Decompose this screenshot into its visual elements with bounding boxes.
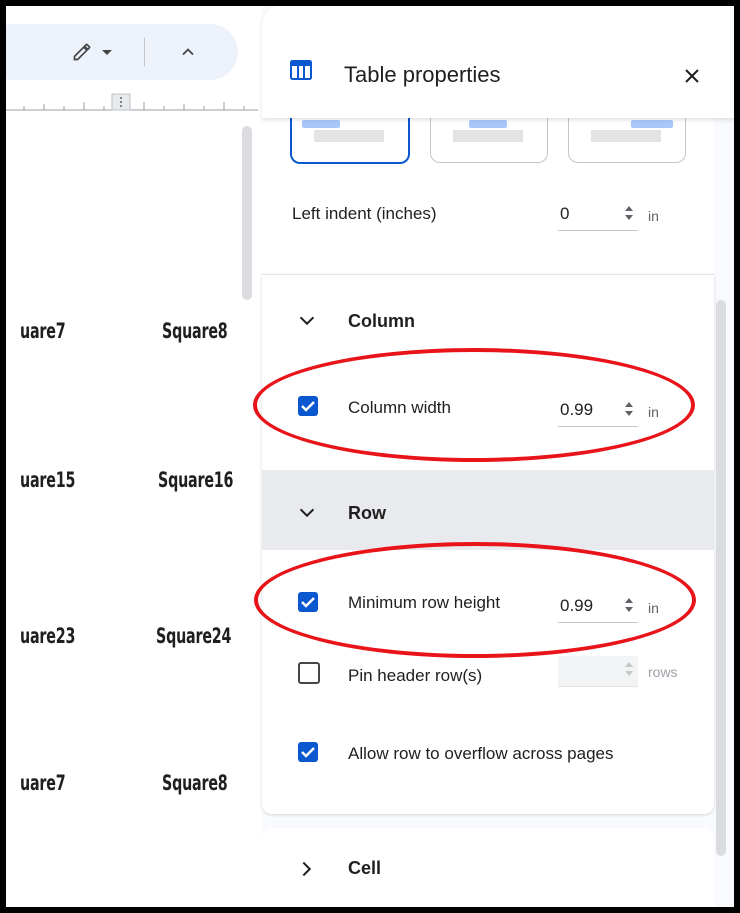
cell-card: Cell bbox=[262, 828, 714, 907]
close-icon[interactable] bbox=[682, 66, 702, 86]
table-cell[interactable]: Square16 bbox=[158, 468, 233, 492]
ruler[interactable] bbox=[6, 92, 258, 118]
pin-header-rows-input[interactable] bbox=[558, 656, 638, 687]
pin-header-rows-label: Pin header row(s) bbox=[348, 666, 483, 685]
allow-overflow-checkbox[interactable] bbox=[298, 742, 318, 762]
left-indent-input[interactable]: 0 bbox=[558, 200, 638, 231]
document-scrollbar[interactable] bbox=[242, 126, 252, 300]
table-icon bbox=[290, 60, 312, 80]
column-width-label: Column width bbox=[348, 398, 451, 417]
spinner-icon[interactable] bbox=[624, 660, 634, 678]
table-cell[interactable]: uare15 bbox=[20, 468, 75, 492]
pin-header-rows-checkbox[interactable] bbox=[298, 662, 320, 684]
table-cell[interactable]: Square8 bbox=[162, 319, 228, 343]
table-cell[interactable]: Square8 bbox=[162, 771, 228, 795]
checkbox-icon bbox=[301, 401, 315, 412]
alignment-card: Left indent (inches) 0 in bbox=[262, 116, 714, 286]
checkbox-icon bbox=[301, 747, 315, 758]
column-width-unit: in bbox=[648, 404, 659, 420]
pin-header-rows-unit: rows bbox=[648, 664, 678, 680]
panel-scrollbar[interactable] bbox=[716, 300, 726, 856]
table-cell[interactable]: uare7 bbox=[20, 319, 66, 343]
min-row-height-checkbox[interactable] bbox=[298, 592, 318, 612]
checkbox-icon bbox=[301, 597, 315, 608]
table-cell[interactable]: uare7 bbox=[20, 771, 66, 795]
column-row-card: Column Column width 0.99 in Row Minimum … bbox=[262, 274, 714, 814]
table-cell[interactable]: uare23 bbox=[20, 624, 75, 648]
screenshot-frame: uare7 Square8 uare15 Square16 uare23 Squ… bbox=[6, 6, 734, 907]
pencil-icon[interactable] bbox=[72, 42, 92, 62]
chevron-right-icon[interactable] bbox=[296, 858, 318, 880]
left-indent-label: Left indent (inches) bbox=[292, 204, 437, 223]
chevron-down-icon[interactable] bbox=[296, 502, 318, 524]
min-row-height-unit: in bbox=[648, 600, 659, 616]
chevron-up-icon[interactable] bbox=[178, 42, 198, 62]
panel-title: Table properties bbox=[344, 62, 501, 87]
align-left-option[interactable] bbox=[290, 116, 410, 164]
row-section-header[interactable]: Row bbox=[262, 470, 714, 550]
docs-toolbar bbox=[6, 24, 238, 80]
column-width-checkbox[interactable] bbox=[298, 396, 318, 416]
toolbar-divider bbox=[144, 38, 145, 66]
cell-section-header[interactable]: Cell bbox=[262, 828, 714, 907]
chevron-down-icon[interactable] bbox=[102, 50, 112, 55]
spinner-icon[interactable] bbox=[624, 400, 634, 418]
align-right-option[interactable] bbox=[568, 116, 686, 163]
column-section-header[interactable]: Column bbox=[262, 274, 714, 354]
chevron-down-icon[interactable] bbox=[296, 310, 318, 332]
spinner-icon[interactable] bbox=[624, 596, 634, 614]
min-row-height-input[interactable]: 0.99 bbox=[558, 592, 638, 623]
align-center-option[interactable] bbox=[430, 116, 548, 163]
panel-header: Table properties bbox=[262, 6, 734, 118]
table-properties-panel: Left indent (inches) 0 in Column Column … bbox=[262, 6, 734, 907]
min-row-height-label: Minimum row height bbox=[348, 593, 501, 612]
allow-overflow-label: Allow row to overflow across pages bbox=[348, 744, 614, 763]
table-cell[interactable]: Square24 bbox=[156, 624, 231, 648]
spinner-icon[interactable] bbox=[624, 204, 634, 222]
left-indent-unit: in bbox=[648, 208, 659, 224]
column-width-input[interactable]: 0.99 bbox=[558, 396, 638, 427]
